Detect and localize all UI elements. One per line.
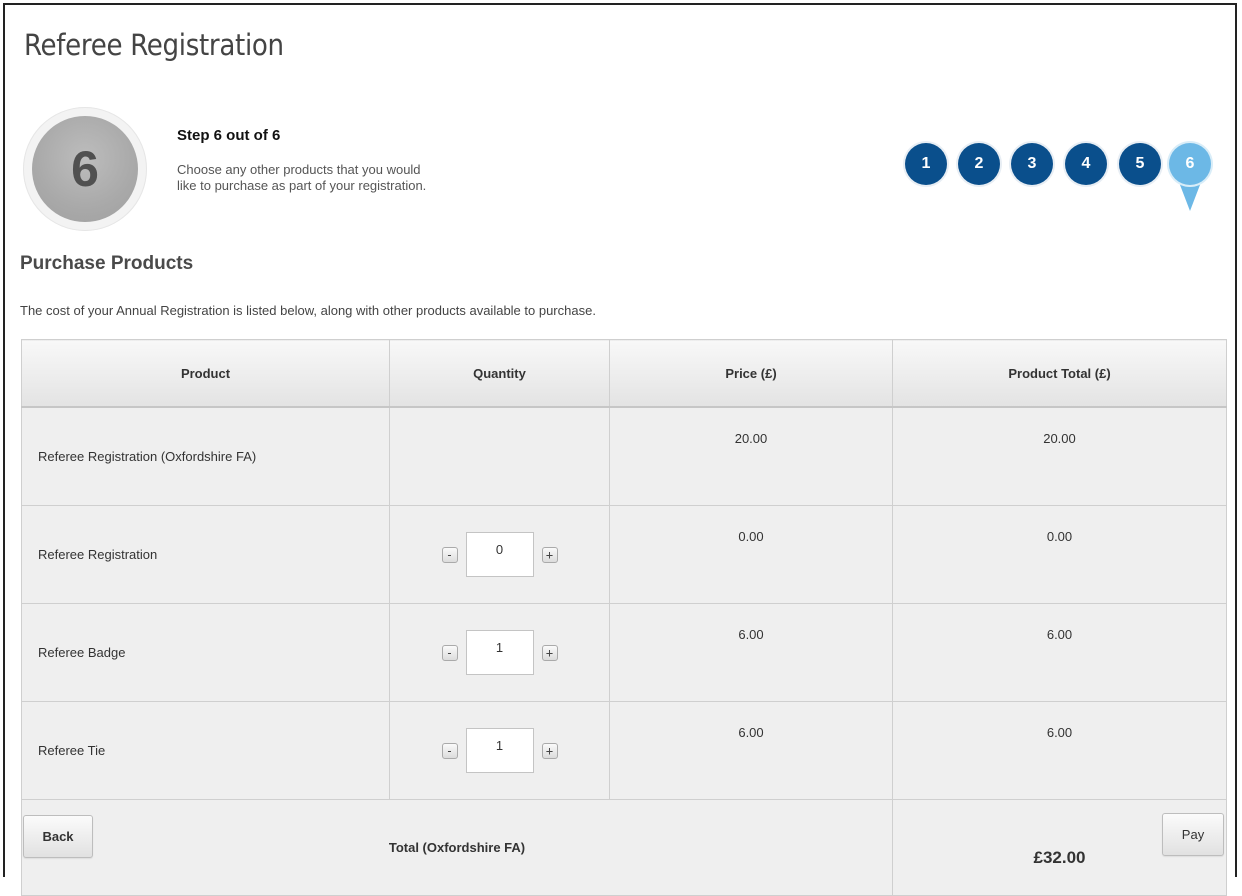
quantity-input[interactable] — [465, 630, 534, 675]
product-price: 0.00 — [609, 505, 893, 604]
decrease-quantity-button[interactable]: - — [441, 546, 458, 563]
product-total: 0.00 — [892, 505, 1227, 604]
decrease-quantity-button[interactable]: - — [441, 742, 458, 759]
column-header-product-total: Product Total (£) — [892, 339, 1227, 408]
product-total: 6.00 — [892, 603, 1227, 702]
step-dot-6-current: 6 — [1169, 143, 1211, 185]
step-description: Choose any other products that you would… — [177, 162, 537, 194]
step-indicator: 6 — [23, 107, 147, 231]
quantity-input[interactable] — [465, 728, 534, 773]
section-title: Purchase Products — [20, 253, 194, 274]
pay-button[interactable]: Pay — [1162, 813, 1224, 856]
step-description-line-2: like to purchase as part of your registr… — [177, 178, 427, 193]
quantity-stepper: - + — [441, 630, 558, 675]
table-header-row: Product Quantity Price (£) Product Total… — [21, 339, 1227, 408]
quantity-stepper: - + — [441, 728, 558, 773]
quantity-cell: - + — [389, 701, 610, 800]
product-price: 20.00 — [609, 406, 893, 506]
column-header-quantity: Quantity — [389, 339, 610, 408]
step-dot-3[interactable]: 3 — [1011, 143, 1053, 185]
quantity-cell: - + — [389, 505, 610, 604]
step-number: 6 — [32, 116, 138, 222]
product-name: Referee Registration (Oxfordshire FA) — [21, 406, 390, 506]
decrease-quantity-button[interactable]: - — [441, 644, 458, 661]
increase-quantity-button[interactable]: + — [541, 546, 558, 563]
step-heading: Step 6 out of 6 — [177, 127, 281, 144]
table-row: Referee Badge - + 6.00 6.00 — [21, 603, 1227, 702]
increase-quantity-button[interactable]: + — [541, 644, 558, 661]
increase-quantity-button[interactable]: + — [541, 742, 558, 759]
table-row: Referee Registration (Oxfordshire FA) 20… — [21, 406, 1227, 506]
column-header-price: Price (£) — [609, 339, 893, 408]
product-name: Referee Tie — [21, 701, 390, 800]
product-name: Referee Badge — [21, 603, 390, 702]
product-price: 6.00 — [609, 603, 893, 702]
step-dot-2[interactable]: 2 — [958, 143, 1000, 185]
column-header-product: Product — [21, 339, 390, 408]
product-price: 6.00 — [609, 701, 893, 800]
quantity-input[interactable] — [465, 532, 534, 577]
product-name: Referee Registration — [21, 505, 390, 604]
table-row: Referee Tie - + 6.00 6.00 — [21, 701, 1227, 800]
step-dot-4[interactable]: 4 — [1065, 143, 1107, 185]
table-row: Referee Registration - + 0.00 0.00 — [21, 505, 1227, 604]
step-dot-5[interactable]: 5 — [1119, 143, 1161, 185]
back-button[interactable]: Back — [23, 815, 93, 858]
page-title: Referee Registration — [24, 28, 284, 62]
quantity-cell-empty — [389, 406, 610, 506]
quantity-cell: - + — [389, 603, 610, 702]
step-dot-1[interactable]: 1 — [905, 143, 947, 185]
products-table: Product Quantity Price (£) Product Total… — [21, 339, 1227, 896]
step-description-line-1: Choose any other products that you would — [177, 162, 421, 177]
product-total: 20.00 — [892, 406, 1227, 506]
steps-progress: 1 2 3 4 5 6 — [905, 143, 1225, 213]
total-label: Total (Oxfordshire FA) — [21, 799, 893, 896]
quantity-stepper: - + — [441, 532, 558, 577]
section-description: The cost of your Annual Registration is … — [20, 303, 596, 318]
total-row: Total (Oxfordshire FA) £32.00 — [21, 799, 1227, 896]
product-total: 6.00 — [892, 701, 1227, 800]
